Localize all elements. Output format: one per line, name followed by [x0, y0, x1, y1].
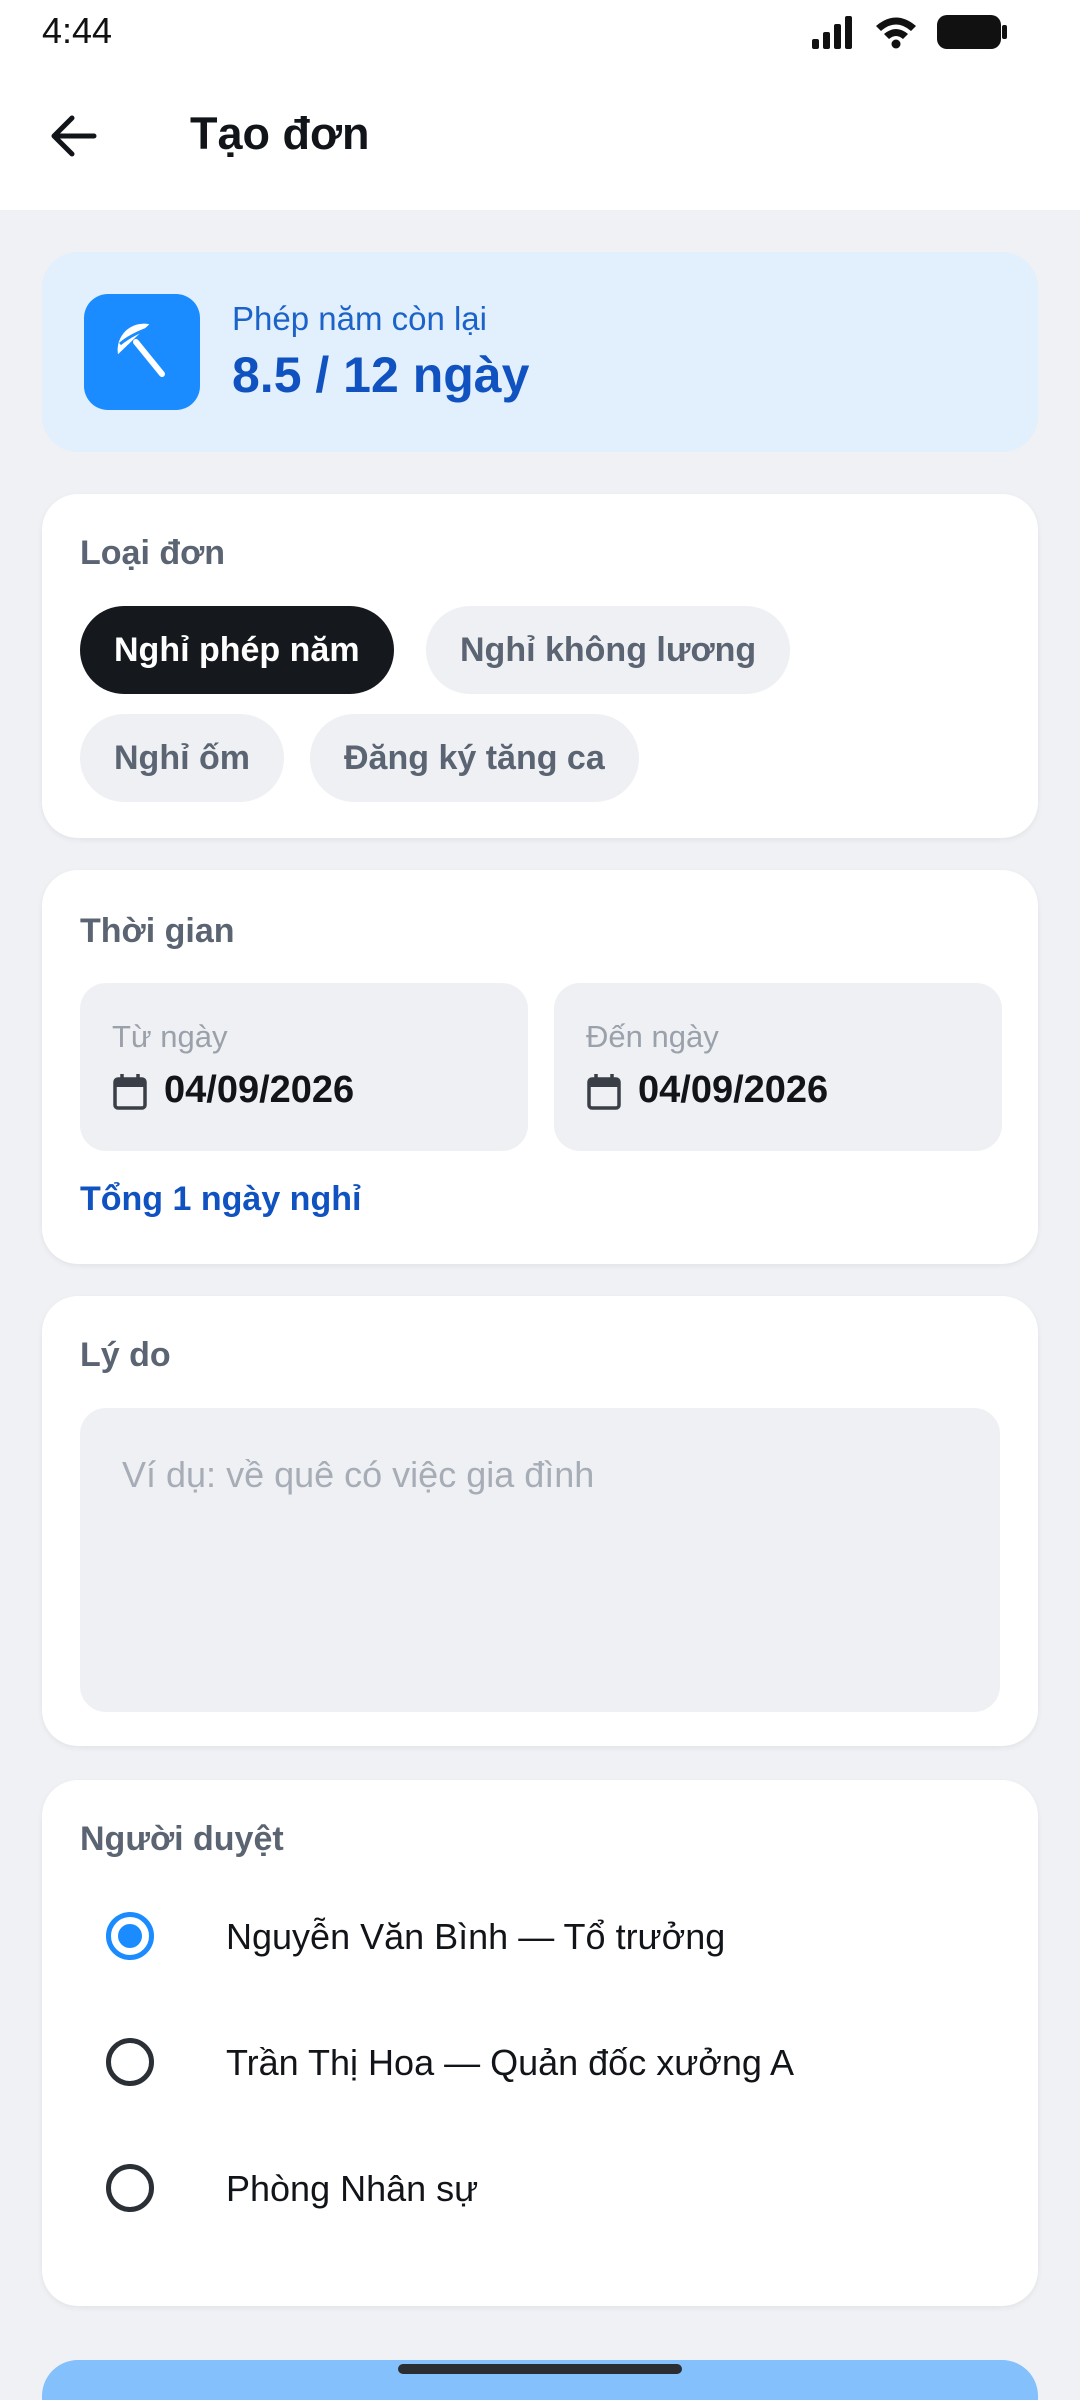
wifi-icon [876, 17, 916, 49]
chip-label: Nghỉ ốm [114, 738, 250, 777]
approver-label: Phòng Nhân sự [226, 2168, 479, 2209]
approver-label: Trần Thị Hoa — Quản đốc xưởng A [226, 2042, 794, 2083]
signal-icon [812, 16, 852, 49]
page-title: Tạo đơn [190, 108, 370, 159]
chip-annual-leave[interactable]: Nghỉ phép năm [80, 606, 394, 694]
reason-card: Lý do [42, 1296, 1038, 1746]
total-days: Tổng 1 ngày nghỉ [80, 1180, 362, 1218]
battery-icon [937, 15, 1007, 49]
calendar-icon [587, 1074, 621, 1110]
approver-label: Nguyễn Văn Bình — Tổ trưởng [226, 1916, 726, 1957]
approver-option[interactable]: Phòng Nhân sự [42, 2134, 1038, 2244]
reason-title: Lý do [80, 1336, 171, 1374]
back-button[interactable] [36, 98, 112, 174]
approver-option[interactable]: Nguyễn Văn Bình — Tổ trưởng [42, 1882, 1038, 1992]
reason-box [80, 1408, 1000, 1712]
approver-option[interactable]: Trần Thị Hoa — Quản đốc xưởng A [42, 2008, 1038, 2118]
time-card: Thời gian Từ ngày 04/09/2026 Đến ngày 04… [42, 870, 1038, 1264]
home-indicator [398, 2364, 682, 2374]
approver-title: Người duyệt [80, 1820, 284, 1858]
leave-balance-banner: Phép năm còn lại 8.5 / 12 ngày [42, 252, 1038, 452]
balance-value: 8.5 / 12 ngày [232, 347, 530, 403]
chip-label: Đăng ký tăng ca [344, 738, 605, 777]
radio-unselected[interactable] [106, 2164, 154, 2212]
chip-label: Nghỉ không lương [460, 630, 757, 669]
status-time: 4:44 [42, 10, 113, 51]
status-icons [810, 14, 1008, 50]
to-date-field[interactable]: Đến ngày 04/09/2026 [554, 983, 1002, 1151]
approver-card: Người duyệt Nguyễn Văn Bình — Tổ trưởng … [42, 1780, 1038, 2306]
umbrella-icon [84, 294, 200, 410]
reason-input[interactable] [80, 1408, 1000, 1712]
status-bar: 4:44 [0, 0, 1080, 66]
balance-label: Phép năm còn lại [232, 300, 487, 337]
chip-sick-leave[interactable]: Nghỉ ốm [80, 714, 284, 802]
calendar-icon [113, 1074, 147, 1110]
chip-overtime[interactable]: Đăng ký tăng ca [310, 714, 639, 802]
app-bar: Tạo đơn [0, 66, 1080, 210]
chip-unpaid-leave[interactable]: Nghỉ không lương [426, 606, 791, 694]
arrow-left-icon [51, 115, 97, 157]
radio-selected[interactable] [106, 1912, 154, 1960]
from-date-label: Từ ngày [112, 1019, 228, 1054]
leave-type-title: Loại đơn [80, 534, 226, 572]
leave-type-card: Loại đơn Nghỉ phép năm Nghỉ không lương … [42, 494, 1038, 838]
time-title: Thời gian [80, 912, 235, 950]
radio-unselected[interactable] [106, 2038, 154, 2086]
to-date-value: 04/09/2026 [638, 1069, 829, 1111]
chip-label: Nghỉ phép năm [114, 630, 360, 669]
from-date-field[interactable]: Từ ngày 04/09/2026 [80, 983, 528, 1151]
to-date-label: Đến ngày [586, 1019, 719, 1054]
from-date-value: 04/09/2026 [164, 1069, 355, 1111]
